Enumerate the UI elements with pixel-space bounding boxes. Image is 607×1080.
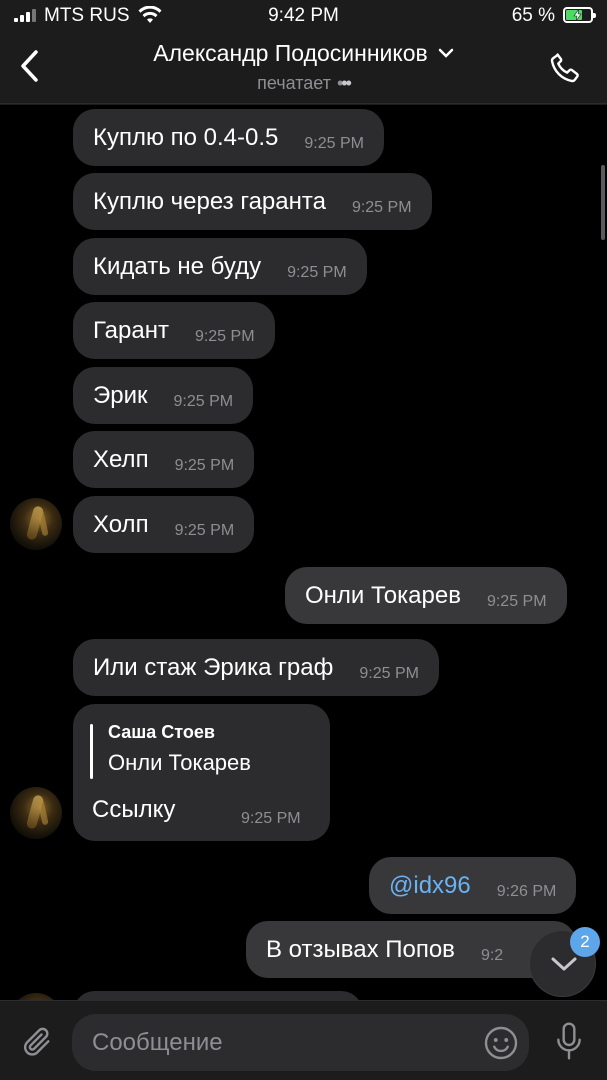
message-input[interactable]: Сообщение (72, 1014, 529, 1071)
message-bubble[interactable]: Эрик 9:25 PM (73, 367, 254, 424)
message-text: Куплю по 0.4-0.5 (93, 123, 279, 151)
typing-dots-icon: ••• (336, 73, 352, 93)
avatar[interactable] (10, 498, 62, 550)
message-time: 9:25 PM (359, 664, 419, 682)
battery-percent: 65 % (511, 5, 555, 26)
message-bubble[interactable]: Холп 9:25 PM (73, 496, 255, 553)
message-time: 9:25 PM (174, 521, 235, 539)
message-time: 9:25 PM (351, 198, 412, 216)
avatar[interactable] (10, 993, 62, 1000)
message-bubble[interactable]: Куплю по 0.4-0.5 9:25 PM (73, 109, 384, 166)
message-time: 9:25 PM (486, 592, 547, 610)
chat-title-area[interactable]: Александр Подосинников печатает ••• (0, 40, 607, 94)
message-text: Кидать не буду (93, 252, 262, 280)
chat-header: Александр Подосинников печатает ••• (0, 34, 607, 104)
chevron-down-icon (438, 45, 454, 63)
message-text: Гарант (93, 316, 169, 344)
message-text: Эрик (93, 381, 148, 409)
microphone-icon (557, 1022, 581, 1060)
typing-status: печатает (257, 73, 331, 93)
message-bubble[interactable]: Гарант 9:25 PM (73, 302, 275, 359)
voice-button[interactable] (553, 1021, 585, 1066)
message-bubble-outgoing[interactable]: В отзывах Попов 9:2 (246, 921, 576, 978)
quote-author: Саша Стоев (108, 722, 215, 742)
message-list[interactable]: Куплю по 0.4-0.5 9:25 PM Куплю через гар… (0, 105, 607, 1000)
message-bubble[interactable]: Или стаж Эрика граф 9:25 PM (73, 639, 439, 696)
message-time: 9:25 PM (174, 456, 235, 474)
message-bubble[interactable]: Кидать не буду 9:25 PM (73, 238, 367, 295)
quote-bar (90, 724, 93, 779)
sticker-button[interactable] (483, 1025, 519, 1066)
phone-icon (550, 53, 579, 83)
scrollbar[interactable] (601, 165, 605, 240)
message-text: Куплю через гаранта (93, 187, 326, 215)
message-text: Онли Токарев (305, 581, 461, 609)
message-bubble-outgoing[interactable]: Онли Токарев 9:25 PM (285, 567, 567, 624)
smiley-icon (484, 1026, 518, 1060)
message-input-placeholder: Сообщение (92, 1029, 223, 1056)
reply-message-bubble[interactable]: Саша Стоев Онли Токарев Ссылку 9:25 PM (73, 704, 330, 841)
message-time: 9:25 PM (304, 134, 364, 152)
message-time: 9:25 PM (173, 392, 234, 410)
avatar[interactable] (10, 787, 62, 839)
paperclip-icon (23, 1027, 50, 1056)
message-time: 9:25 PM (241, 810, 301, 827)
message-time: 9:26 PM (496, 882, 557, 900)
message-bubble[interactable] (73, 991, 363, 1000)
chevron-down-icon (551, 957, 577, 971)
message-bubble[interactable]: Хелп 9:25 PM (73, 431, 255, 488)
battery-charging-icon (563, 7, 596, 23)
input-bar: Сообщение (0, 1000, 607, 1080)
message-text: Или стаж Эрика граф (93, 653, 334, 681)
unread-badge: 2 (570, 927, 600, 957)
message-bubble[interactable]: Куплю через гаранта 9:25 PM (73, 173, 432, 230)
call-button[interactable] (547, 50, 583, 91)
message-time: 9:25 PM (287, 263, 347, 281)
message-text: Ссылку (92, 796, 176, 823)
message-text: Холп (93, 510, 149, 538)
quote-text: Онли Токарев (108, 750, 251, 775)
message-text: В отзывах Попов (266, 935, 455, 963)
attach-button[interactable] (20, 1023, 54, 1066)
mention-link[interactable]: @idx96 (389, 872, 471, 900)
message-text: Хелп (93, 445, 149, 473)
message-time: 9:2 (480, 946, 504, 964)
chat-title: Александр Подосинников (153, 40, 428, 66)
message-time: 9:25 PM (194, 327, 255, 345)
status-bar: MTS RUS 9:42 PM 65 % (0, 0, 607, 34)
message-bubble-outgoing[interactable]: @idx96 9:26 PM (369, 857, 577, 914)
